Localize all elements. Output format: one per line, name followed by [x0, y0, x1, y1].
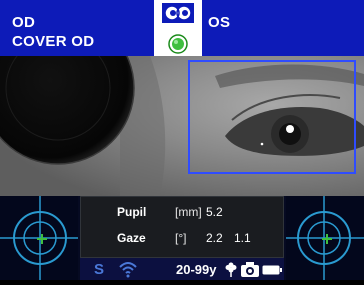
camera-icon: [241, 262, 259, 277]
binocular-toggle[interactable]: [154, 0, 202, 56]
corneal-reflex: [286, 125, 294, 133]
other-eye-panel[interactable]: OS: [202, 0, 364, 56]
status-indicator-dot: [168, 34, 188, 54]
camera-feed: [0, 56, 364, 196]
pupil-readout: Pupil [mm] 5.2: [81, 203, 285, 223]
battery-icon: [262, 265, 282, 275]
gaze-readout: Gaze [°] 2.2 1.1: [81, 229, 285, 249]
binocular-eyes-icon: [162, 3, 194, 23]
gaze-label: Gaze: [117, 231, 146, 245]
other-eye-label: OS: [208, 14, 231, 31]
left-eye-target: [0, 196, 78, 280]
measurement-readouts: Pupil [mm] 5.2 Gaze [°] 2.2 1.1: [80, 196, 284, 258]
header-bar: OD COVER OD OS: [0, 0, 364, 56]
test-mode-label: COVER OD: [12, 33, 95, 50]
gaze-value-horizontal: 2.2: [206, 231, 223, 245]
right-eye-target: [286, 196, 364, 280]
status-bar: S 20-99y: [80, 258, 284, 280]
gaze-value-vertical: 1.1: [234, 231, 251, 245]
pupil-unit: [mm]: [175, 205, 202, 219]
target-crosshair-icon: [286, 196, 364, 280]
camera-view[interactable]: [0, 56, 364, 196]
mode-letter: S: [94, 261, 105, 278]
target-crosshair-icon: [0, 196, 78, 280]
pupil-value: 5.2: [206, 205, 223, 219]
flower-icon: [225, 262, 237, 277]
selected-eye-label: OD: [12, 14, 36, 31]
bottom-panel: Pupil [mm] 5.2 Gaze [°] 2.2 1.1 S 20-99y: [0, 196, 364, 280]
age-range-label: 20-99y: [176, 262, 217, 277]
eye-selection-panel[interactable]: OD COVER OD: [0, 0, 154, 56]
gaze-unit: [°]: [175, 231, 187, 245]
pupil-label: Pupil: [117, 205, 147, 219]
wifi-icon: [119, 262, 137, 278]
